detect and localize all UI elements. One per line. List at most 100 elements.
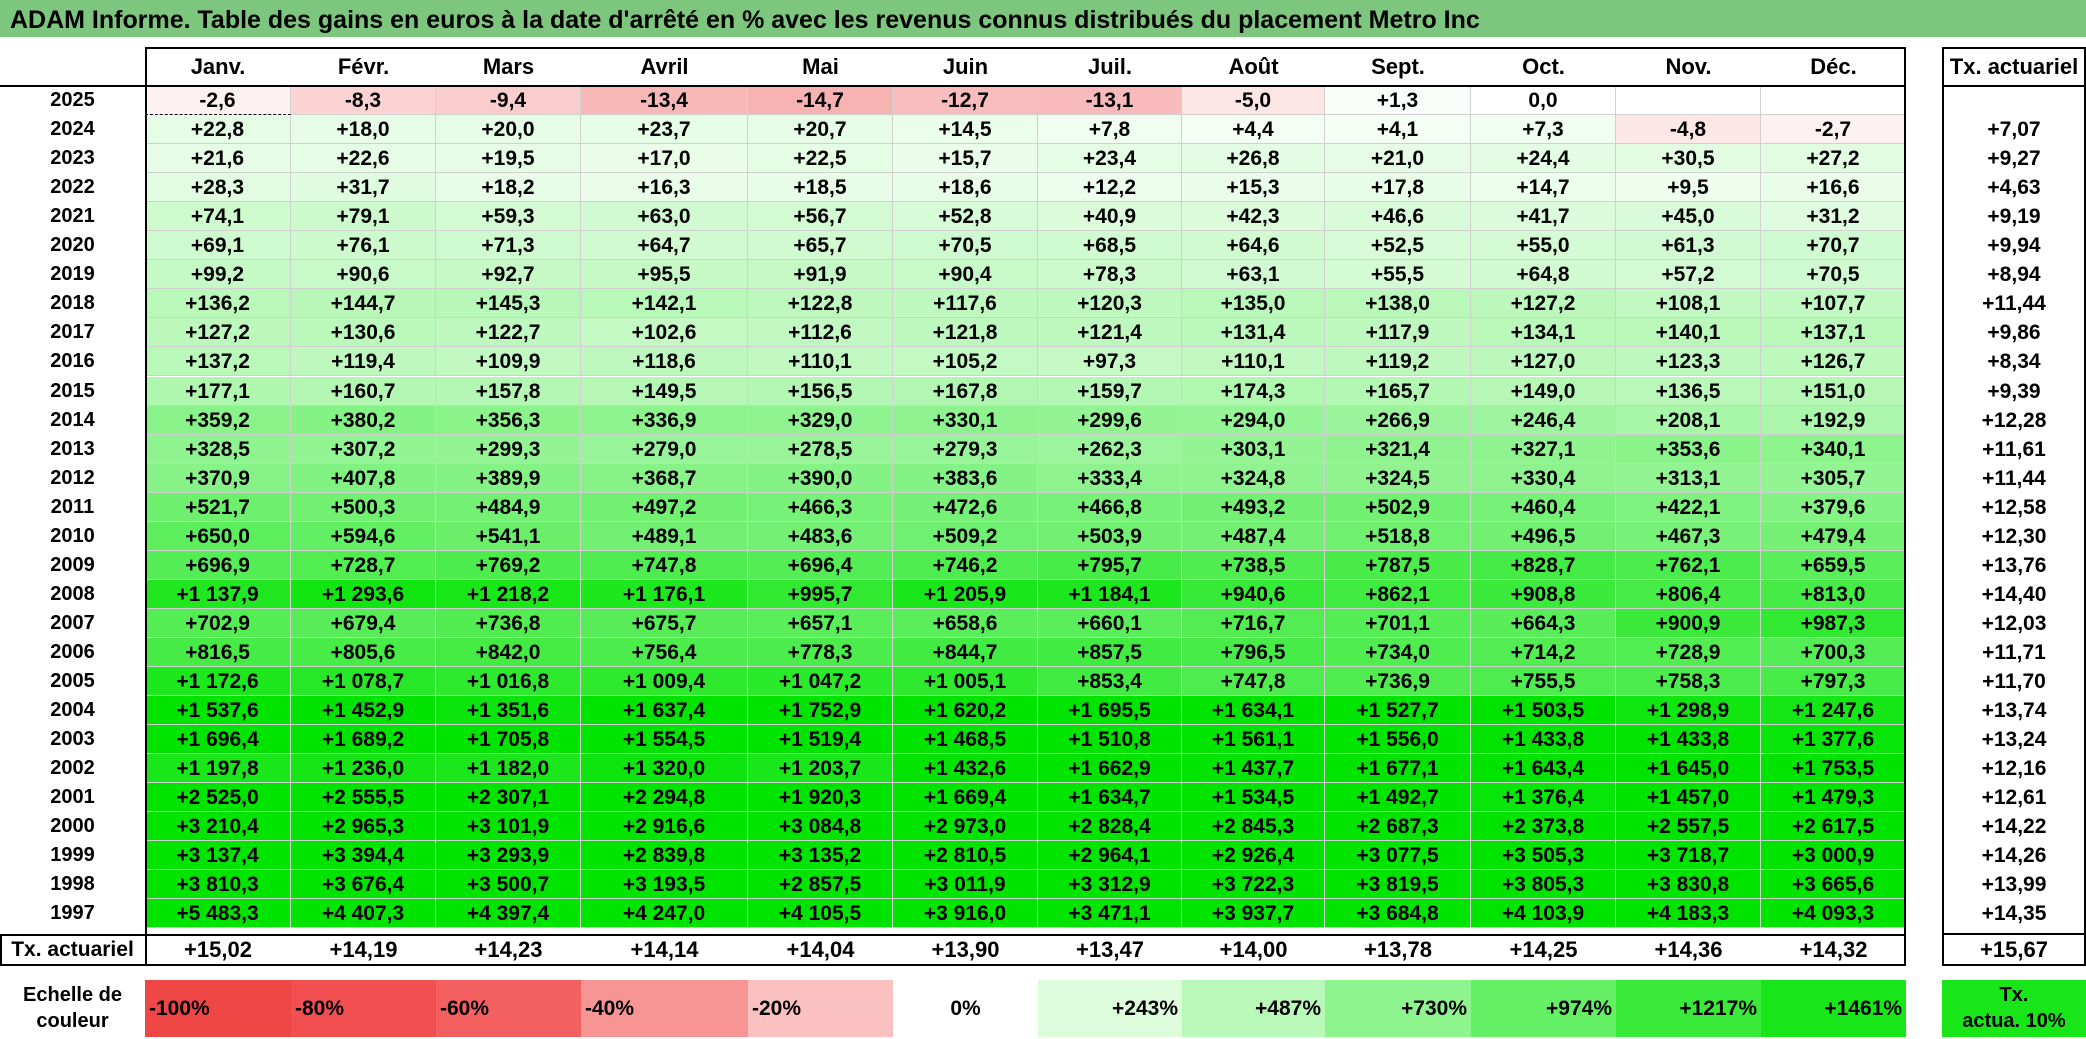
rate-cell: +13,76 [1981, 553, 2047, 577]
gain-cell: +657,1 [748, 608, 893, 638]
gain-cell: +3 011,9 [893, 870, 1038, 900]
gain-cell: +45,0 [1616, 202, 1761, 232]
scale-step: -40% [581, 980, 748, 1037]
gain-cell: +122,8 [748, 289, 893, 319]
rate-cell: +8,34 [1987, 350, 2041, 374]
gain-cell: +502,9 [1325, 492, 1471, 522]
gain-cell: +3 000,9 [1761, 841, 1906, 871]
year-label: 2008 [50, 582, 95, 605]
year-label: 2001 [50, 786, 95, 809]
year-label: 2004 [50, 699, 95, 722]
scale-step: +243% [1038, 980, 1182, 1037]
gain-cell: -5,0 [1182, 86, 1325, 116]
gain-cell: +1 236,0 [291, 754, 436, 784]
rate-cell: +8,94 [1987, 263, 2041, 287]
gain-cell: +2 973,0 [893, 812, 1038, 842]
gain-cell: +63,0 [581, 202, 748, 232]
gain-cell: +92,7 [436, 260, 581, 290]
gain-cell: +806,4 [1616, 579, 1761, 609]
gain-cell: +900,9 [1616, 608, 1761, 638]
gain-cell: +1 556,0 [1325, 725, 1471, 755]
gain-cell: +246,4 [1471, 405, 1616, 435]
gain-cell: +1 669,4 [893, 783, 1038, 813]
gain-cell: +844,7 [893, 637, 1038, 667]
gain-cell: +497,2 [581, 492, 748, 522]
gain-cell: +1 479,3 [1761, 783, 1906, 813]
year-label: 2014 [50, 408, 95, 431]
gain-cell: +110,1 [748, 347, 893, 377]
gain-cell: +91,9 [748, 260, 893, 290]
gain-cell: +151,0 [1761, 376, 1906, 406]
gain-cell: +2 373,8 [1471, 812, 1616, 842]
year-label: 2020 [50, 234, 95, 257]
month-header: Oct. [1522, 54, 1565, 79]
gain-cell: +64,6 [1182, 231, 1325, 261]
gain-cell: +460,4 [1471, 492, 1616, 522]
gain-cell: +144,7 [291, 289, 436, 319]
scale-step: +487% [1182, 980, 1325, 1037]
scale-step: +974% [1471, 980, 1616, 1037]
legend-line: Tx. [1999, 984, 2029, 1006]
year-label: 2003 [50, 728, 95, 751]
gain-cell: +2 828,4 [1038, 812, 1182, 842]
gain-cell: +4 103,9 [1471, 899, 1616, 929]
gain-cell: +736,8 [436, 608, 581, 638]
gain-cell: +137,2 [145, 347, 291, 377]
rate-cell: +12,58 [1981, 495, 2047, 519]
rate-cell: +13,24 [1981, 728, 2047, 752]
year-label: 2024 [50, 118, 95, 141]
year-label: 1998 [50, 873, 95, 896]
gain-cell: +112,6 [748, 318, 893, 348]
gain-cell: +5 483,3 [145, 899, 291, 929]
gain-cell: +356,3 [436, 405, 581, 435]
footer-rate-cell: +14,00 [1219, 937, 1288, 962]
gain-cell: +70,5 [893, 231, 1038, 261]
gain-cell: +23,7 [581, 115, 748, 145]
gain-cell: +3 293,9 [436, 841, 581, 871]
gain-cell: 0,0 [1471, 86, 1616, 116]
gain-cell: +99,2 [145, 260, 291, 290]
gain-cell: +509,2 [893, 521, 1038, 551]
gain-cell: +262,3 [1038, 434, 1182, 464]
rate-cell: +12,16 [1981, 757, 2047, 781]
gain-cell: +71,3 [436, 231, 581, 261]
gain-cell: +467,3 [1616, 521, 1761, 551]
year-label: 2007 [50, 611, 95, 634]
gain-cell: +119,4 [291, 347, 436, 377]
gain-cell: +18,2 [436, 173, 581, 203]
gain-cell: +4 247,0 [581, 899, 748, 929]
gain-cell: +120,3 [1038, 289, 1182, 319]
gain-cell: +90,4 [893, 260, 1038, 290]
gain-cell: +24,4 [1471, 144, 1616, 174]
gain-cell: +23,4 [1038, 144, 1182, 174]
footer-rate-cell: +13,90 [931, 937, 1000, 962]
gain-cell: +4 397,4 [436, 899, 581, 929]
gain-cell: +3 718,7 [1616, 841, 1761, 871]
gain-cell: +714,2 [1471, 637, 1616, 667]
gain-cell: +20,7 [748, 115, 893, 145]
gain-cell: +1 197,8 [145, 754, 291, 784]
gain-cell: +340,1 [1761, 434, 1906, 464]
gain-cell: +1 537,6 [145, 696, 291, 726]
gain-cell: +3 810,3 [145, 870, 291, 900]
year-label: 2010 [50, 524, 95, 547]
gain-cell: +12,2 [1038, 173, 1182, 203]
gain-cell: +70,7 [1761, 231, 1906, 261]
rate-cell: +14,35 [1981, 902, 2047, 926]
gain-cell: +18,0 [291, 115, 436, 145]
gain-cell: +26,8 [1182, 144, 1325, 174]
gain-cell: -12,7 [893, 86, 1038, 116]
gain-cell: +299,6 [1038, 405, 1182, 435]
gain-cell: +1 452,9 [291, 696, 436, 726]
gain-cell: +74,1 [145, 202, 291, 232]
gain-cell: +118,6 [581, 347, 748, 377]
gain-cell: +805,6 [291, 637, 436, 667]
gain-cell: +675,7 [581, 608, 748, 638]
gain-cell: +466,3 [748, 492, 893, 522]
gain-cell: +664,3 [1471, 608, 1616, 638]
gain-cell: +3 665,6 [1761, 870, 1906, 900]
gain-cell: +108,1 [1616, 289, 1761, 319]
gain-cell: +862,1 [1325, 579, 1471, 609]
gain-cell: +1 920,3 [748, 783, 893, 813]
year-label: 2018 [50, 292, 95, 315]
